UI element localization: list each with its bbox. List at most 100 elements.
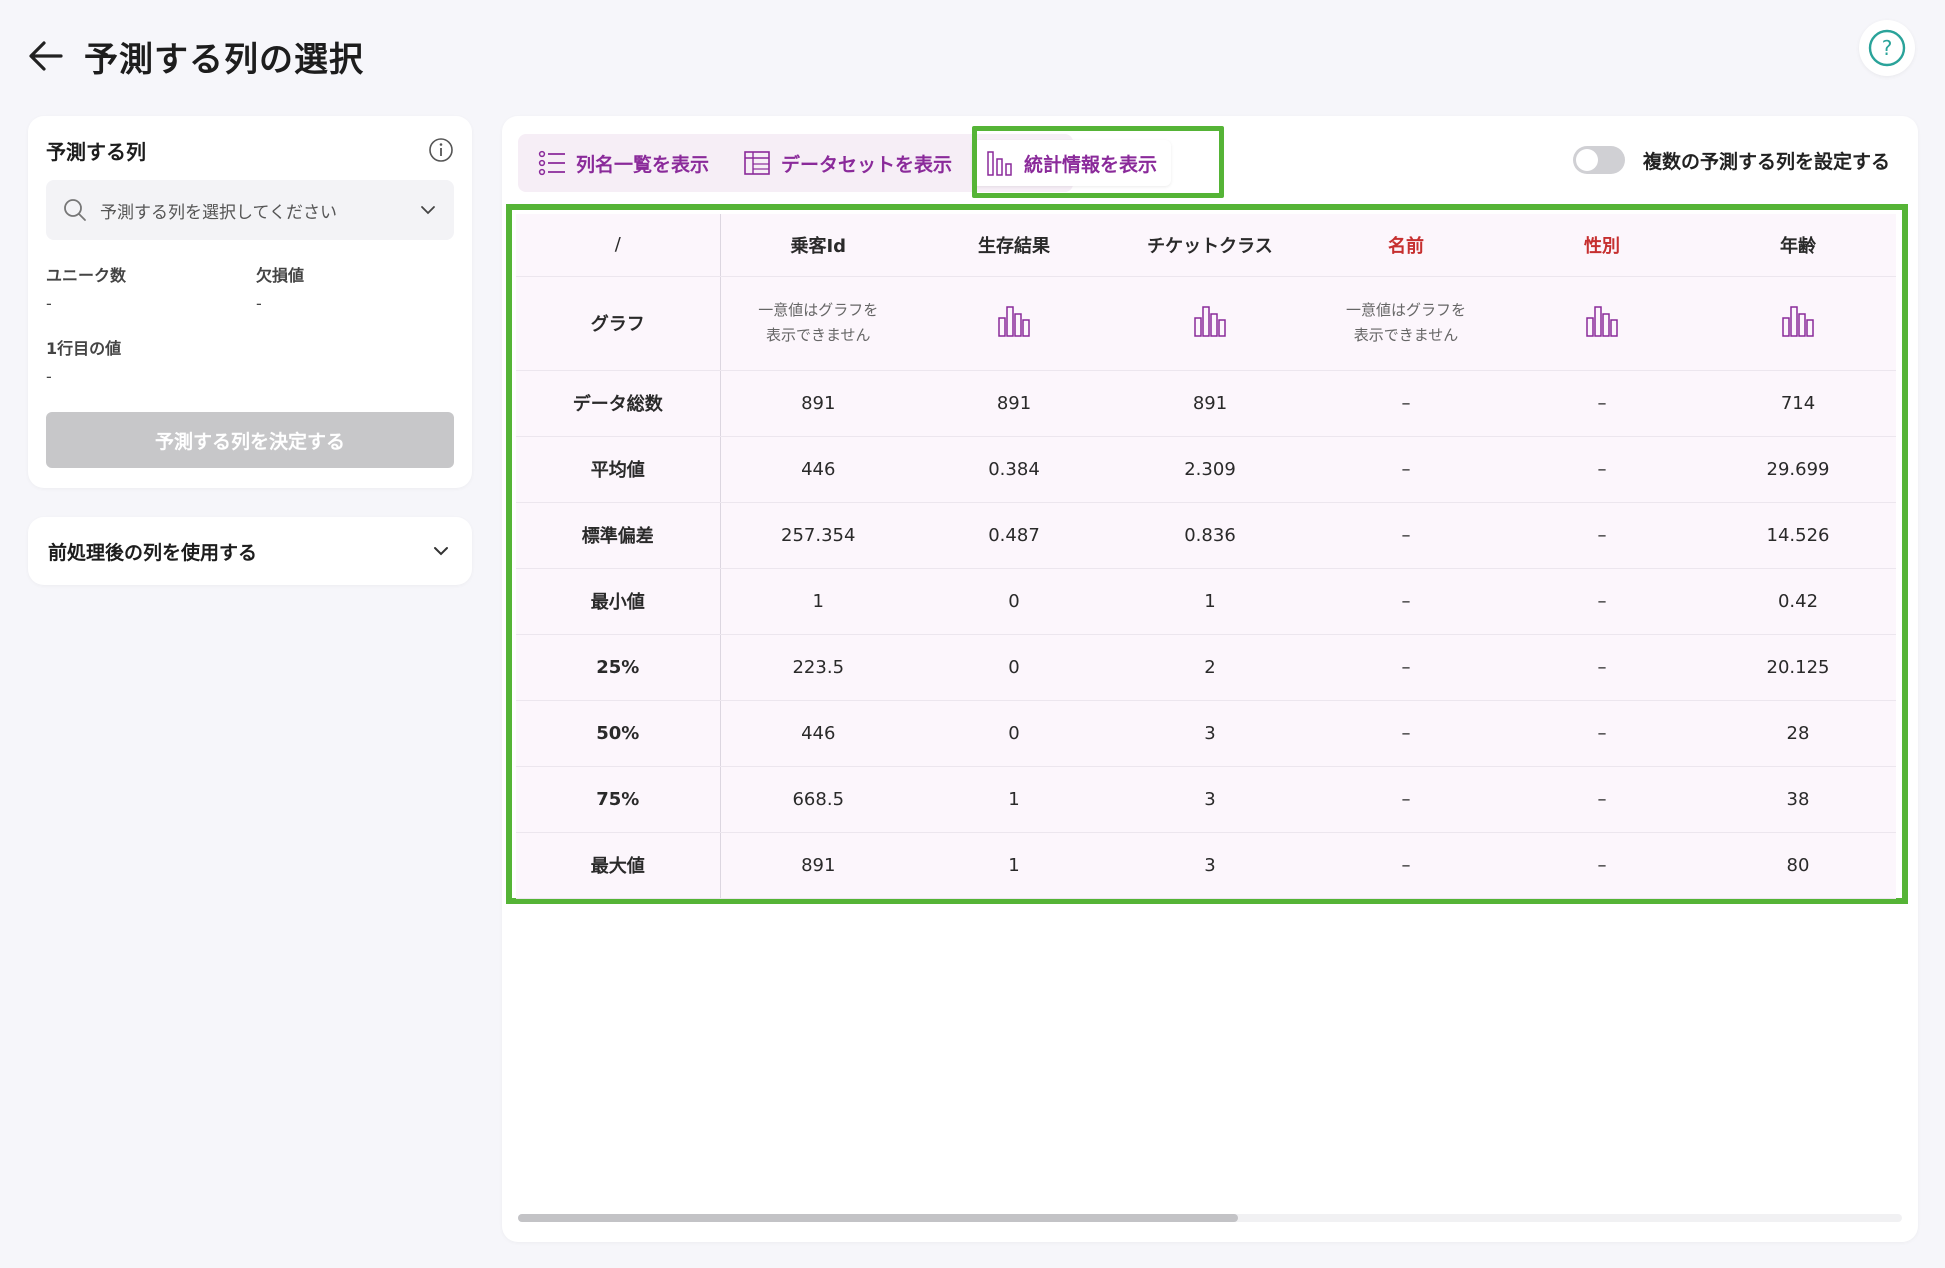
graph-cell[interactable] bbox=[1700, 276, 1896, 371]
table-cell: 257.354 bbox=[720, 502, 916, 569]
graph-cell[interactable] bbox=[1112, 276, 1308, 371]
bar-chart-icon bbox=[987, 151, 1012, 176]
scrollbar-thumb[interactable] bbox=[518, 1214, 1238, 1222]
stat-label: 1行目の値 bbox=[46, 339, 122, 358]
row-label: グラフ bbox=[516, 276, 721, 371]
table-cell: 0.384 bbox=[916, 436, 1112, 503]
table-cell: 29.699 bbox=[1700, 436, 1896, 503]
row-label: 25% bbox=[516, 634, 721, 701]
list-icon bbox=[538, 150, 565, 176]
column-stats: ユニーク数 - 欠損値 - 1行目の値 - bbox=[46, 262, 454, 386]
stat-value: - bbox=[46, 294, 52, 313]
stat-value: - bbox=[46, 367, 52, 386]
table-header-row: / 乗客Id 生存結果 チケットクラス 名前 性別 年齢 bbox=[516, 214, 1896, 277]
row-label: 最小値 bbox=[516, 568, 721, 635]
stat-unique: ユニーク数 - bbox=[46, 262, 256, 313]
table-cell: 891 bbox=[720, 832, 916, 899]
table-row: データ総数 891 891 891– –714 bbox=[516, 370, 1896, 437]
help-icon: ? bbox=[1868, 29, 1906, 67]
table-cell: 1 bbox=[1112, 568, 1308, 635]
multi-target-toggle[interactable] bbox=[1572, 146, 1625, 174]
table-cell: – bbox=[1504, 370, 1700, 437]
tab-statistics[interactable]: 統計情報を表示 bbox=[972, 140, 1172, 186]
decide-target-button[interactable]: 予測する列を決定する bbox=[46, 412, 454, 468]
select-placeholder: 予測する列を選択してください bbox=[100, 202, 337, 223]
tab-dataset[interactable]: データセットを表示 bbox=[729, 140, 966, 186]
graph-cell[interactable] bbox=[1504, 276, 1700, 371]
table-cell: 0 bbox=[916, 568, 1112, 635]
tab-label: データセットを表示 bbox=[781, 153, 953, 176]
table-cell: – bbox=[1504, 766, 1700, 833]
preprocess-label: 前処理後の列を使用する bbox=[48, 541, 258, 564]
stat-missing: 欠損値 - bbox=[256, 262, 466, 313]
row-label: データ総数 bbox=[516, 370, 721, 437]
table-row: 最小値 1 0 1– –0.42 bbox=[516, 568, 1896, 635]
table-cell: 3 bbox=[1112, 700, 1308, 767]
table-cell: 1 bbox=[916, 766, 1112, 833]
table-cell: 446 bbox=[720, 700, 916, 767]
row-label: 75% bbox=[516, 766, 721, 833]
table-cell: 2 bbox=[1112, 634, 1308, 701]
tab-label: 統計情報を表示 bbox=[1024, 153, 1158, 176]
back-button[interactable] bbox=[26, 36, 66, 76]
table-cell: 891 bbox=[720, 370, 916, 437]
table-row: 標準偏差 257.354 0.487 0.836– –14.526 bbox=[516, 502, 1896, 569]
graph-cell[interactable] bbox=[916, 276, 1112, 371]
table-cell: 446 bbox=[720, 436, 916, 503]
dataset-icon bbox=[744, 151, 770, 175]
main-panel: 列名一覧を表示 データセットを表示 統計情報を表示 複数の予測する列を設定する bbox=[502, 116, 1918, 1242]
table-cell: 891 bbox=[1112, 370, 1308, 437]
table-cell: – bbox=[1308, 568, 1504, 635]
stat-first-row: 1行目の値 - bbox=[46, 335, 256, 386]
row-label: 平均値 bbox=[516, 436, 721, 503]
table-cell: 891 bbox=[916, 370, 1112, 437]
table-cell: – bbox=[1504, 832, 1700, 899]
table-cell: – bbox=[1308, 436, 1504, 503]
chevron-down-icon bbox=[434, 547, 448, 556]
statistics-table: / 乗客Id 生存結果 チケットクラス 名前 性別 年齢 グラフ 一意値はグラフ… bbox=[516, 214, 1896, 899]
histogram-icon[interactable] bbox=[997, 304, 1031, 338]
page-header: 予測する列の選択 bbox=[26, 28, 364, 84]
row-label: 最大値 bbox=[516, 832, 721, 899]
table-cell: 14.526 bbox=[1700, 502, 1896, 569]
horizontal-scrollbar[interactable] bbox=[518, 1214, 1902, 1222]
graph-cell: 一意値はグラフを 表示できません bbox=[1308, 276, 1504, 371]
table-cell: 714 bbox=[1700, 370, 1896, 437]
table-cell: – bbox=[1504, 502, 1700, 569]
table-cell: – bbox=[1504, 436, 1700, 503]
tab-column-list[interactable]: 列名一覧を表示 bbox=[524, 140, 723, 186]
table-row: 75% 668.5 1 3– –38 bbox=[516, 766, 1896, 833]
table-cell: 223.5 bbox=[720, 634, 916, 701]
histogram-icon[interactable] bbox=[1585, 304, 1619, 338]
info-icon[interactable] bbox=[428, 137, 454, 163]
table-cell: – bbox=[1308, 634, 1504, 701]
table-cell: 1 bbox=[720, 568, 916, 635]
multi-target-toggle-wrap: 複数の予測する列を設定する bbox=[1572, 146, 1890, 174]
table-cell: 0.42 bbox=[1700, 568, 1896, 635]
target-column-select[interactable]: 予測する列を選択してください bbox=[46, 180, 454, 240]
histogram-icon[interactable] bbox=[1781, 304, 1815, 338]
corner-cell: / bbox=[516, 214, 721, 277]
table-cell: 0.836 bbox=[1112, 502, 1308, 569]
table-cell: 0 bbox=[916, 634, 1112, 701]
row-label: 50% bbox=[516, 700, 721, 767]
search-icon bbox=[64, 199, 86, 221]
table-cell: 80 bbox=[1700, 832, 1896, 899]
chevron-down-icon bbox=[421, 206, 435, 215]
graph-note: 一意値はグラフを 表示できません bbox=[1345, 301, 1466, 344]
table-cell: 2.309 bbox=[1112, 436, 1308, 503]
help-button[interactable]: ? bbox=[1859, 20, 1915, 76]
histogram-icon[interactable] bbox=[1193, 304, 1227, 338]
table-row: 50% 446 0 3– –28 bbox=[516, 700, 1896, 767]
row-label: 標準偏差 bbox=[516, 502, 721, 569]
table-cell: 3 bbox=[1112, 766, 1308, 833]
column-header: チケットクラス bbox=[1112, 214, 1308, 277]
table-cell: 20.125 bbox=[1700, 634, 1896, 701]
target-column-card: 予測する列 予測する列を選択してください ユニーク数 - 欠損値 - 1行目の値… bbox=[28, 116, 472, 488]
stat-label: ユニーク数 bbox=[46, 266, 127, 285]
statistics-table-highlight: / 乗客Id 生存結果 チケットクラス 名前 性別 年齢 グラフ 一意値はグラフ… bbox=[506, 204, 1908, 904]
preprocess-columns-accordion[interactable]: 前処理後の列を使用する bbox=[28, 517, 472, 585]
table-cell: – bbox=[1308, 766, 1504, 833]
stat-label: 欠損値 bbox=[256, 266, 305, 285]
column-header: 乗客Id bbox=[720, 214, 916, 277]
